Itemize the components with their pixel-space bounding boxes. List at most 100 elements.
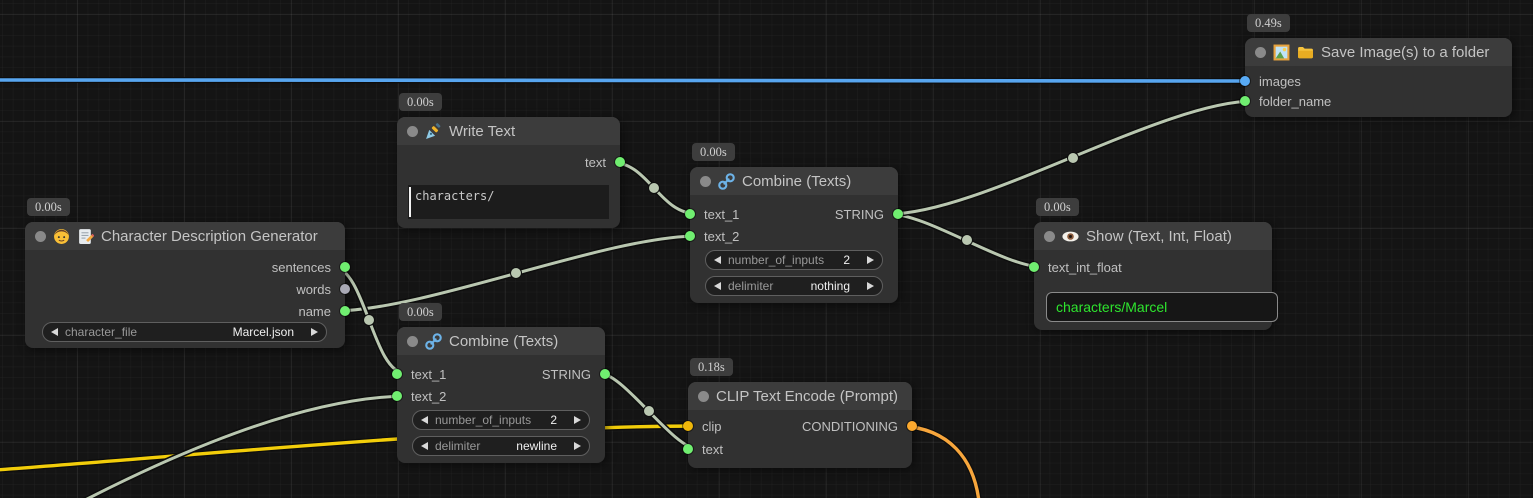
- display-text-box[interactable]: characters/Marcel: [1046, 292, 1278, 322]
- collapse-dot[interactable]: [35, 231, 46, 242]
- next-arrow-icon[interactable]: [311, 328, 318, 336]
- person-icon: [53, 228, 70, 245]
- collapse-dot[interactable]: [1255, 47, 1266, 58]
- slot-label: sentences: [272, 260, 331, 275]
- image-icon: [1273, 44, 1290, 61]
- output-dot[interactable]: [340, 262, 350, 272]
- node-title: Combine (Texts): [742, 173, 851, 190]
- node-save-images-to-folder[interactable]: 0.49s Save Image(s) to a folder images f…: [1245, 38, 1512, 117]
- input-dot[interactable]: [683, 444, 693, 454]
- widget-delimiter[interactable]: delimiter newline: [412, 436, 590, 456]
- output-dot[interactable]: [907, 421, 917, 431]
- widget-label: number_of_inputs: [435, 413, 531, 427]
- slot-label: text_int_float: [1048, 260, 1122, 275]
- text-caret: [409, 187, 411, 217]
- node-combine-texts-top[interactable]: 0.00s Combine (Texts) text_1 text_2 STRI…: [690, 167, 898, 303]
- link-midpoint-dot[interactable]: [962, 235, 973, 246]
- widget-value: 2: [550, 413, 557, 427]
- collapse-dot[interactable]: [407, 336, 418, 347]
- collapse-dot[interactable]: [698, 391, 709, 402]
- input-slot-clip: clip: [688, 416, 722, 436]
- input-dot[interactable]: [685, 231, 695, 241]
- widget-number-of-inputs[interactable]: number_of_inputs 2: [705, 250, 883, 270]
- link-midpoint-dot[interactable]: [511, 268, 522, 279]
- slot-label: text: [702, 442, 723, 457]
- link-midpoint-dot[interactable]: [1068, 153, 1079, 164]
- node-combine-texts-bottom[interactable]: 0.00s Combine (Texts) text_1 text_2 STRI…: [397, 327, 605, 463]
- link-midpoint-dot[interactable]: [649, 183, 660, 194]
- link-midpoint-dot[interactable]: [364, 315, 375, 326]
- input-slot-folder-name: folder_name: [1245, 91, 1331, 111]
- input-dot[interactable]: [392, 369, 402, 379]
- memo-icon: [77, 228, 94, 245]
- output-dot[interactable]: [340, 284, 350, 294]
- widget-value: Marcel.json: [233, 325, 294, 339]
- input-dot[interactable]: [1240, 76, 1250, 86]
- widget-label: character_file: [65, 325, 137, 339]
- node-graph-canvas[interactable]: 0.00s Write Text text characters/ 0.00s: [0, 0, 1533, 498]
- widget-number-of-inputs[interactable]: number_of_inputs 2: [412, 410, 590, 430]
- input-dot[interactable]: [1240, 96, 1250, 106]
- widget-value: nothing: [811, 279, 850, 293]
- node-header[interactable]: Write Text: [397, 117, 620, 145]
- node-header[interactable]: Save Image(s) to a folder: [1245, 38, 1512, 66]
- input-slot-text-1: text_1: [690, 204, 739, 224]
- node-header[interactable]: Character Description Generator: [25, 222, 345, 250]
- prev-arrow-icon[interactable]: [714, 282, 721, 290]
- widget-value: newline: [516, 439, 557, 453]
- widget-label: delimiter: [728, 279, 773, 293]
- widget-label: number_of_inputs: [728, 253, 824, 267]
- text-input[interactable]: characters/: [408, 185, 609, 219]
- node-title: CLIP Text Encode (Prompt): [716, 388, 898, 405]
- node-header[interactable]: Combine (Texts): [690, 167, 898, 195]
- node-header[interactable]: Combine (Texts): [397, 327, 605, 355]
- node-header[interactable]: Show (Text, Int, Float): [1034, 222, 1272, 250]
- collapse-dot[interactable]: [700, 176, 711, 187]
- input-dot[interactable]: [683, 421, 693, 431]
- folder-icon: [1297, 44, 1314, 61]
- node-header[interactable]: CLIP Text Encode (Prompt): [688, 382, 912, 410]
- node-show-text-int-float[interactable]: 0.00s Show (Text, Int, Float) text_int_f…: [1034, 222, 1272, 330]
- link-icon: [425, 333, 442, 350]
- prev-arrow-icon[interactable]: [51, 328, 58, 336]
- widget-character-file[interactable]: character_file Marcel.json: [42, 322, 327, 342]
- eye-icon: [1062, 228, 1079, 245]
- output-slot-text: text: [585, 152, 620, 172]
- output-slot-conditioning: CONDITIONING: [802, 416, 912, 436]
- output-slot-words: words: [296, 279, 345, 299]
- node-clip-text-encode[interactable]: 0.18s CLIP Text Encode (Prompt) clip tex…: [688, 382, 912, 468]
- output-dot[interactable]: [600, 369, 610, 379]
- input-dot[interactable]: [392, 391, 402, 401]
- node-write-text[interactable]: 0.00s Write Text text characters/: [397, 117, 620, 228]
- output-dot[interactable]: [893, 209, 903, 219]
- next-arrow-icon[interactable]: [574, 442, 581, 450]
- increment-arrow-icon[interactable]: [574, 416, 581, 424]
- node-title: Show (Text, Int, Float): [1086, 228, 1232, 245]
- input-dot[interactable]: [1029, 262, 1039, 272]
- prev-arrow-icon[interactable]: [421, 442, 428, 450]
- next-arrow-icon[interactable]: [867, 282, 874, 290]
- increment-arrow-icon[interactable]: [867, 256, 874, 264]
- fountain-pen-icon: [425, 123, 442, 140]
- output-dot[interactable]: [615, 157, 625, 167]
- wire-bottomleft-to-combine2-text2: [62, 396, 405, 498]
- node-title: Save Image(s) to a folder: [1321, 44, 1489, 61]
- slot-label: text: [585, 155, 606, 170]
- collapse-dot[interactable]: [407, 126, 418, 137]
- link-midpoint-dot[interactable]: [644, 406, 655, 417]
- collapse-dot[interactable]: [1044, 231, 1055, 242]
- execution-time-badge: 0.00s: [27, 198, 70, 216]
- widget-delimiter[interactable]: delimiter nothing: [705, 276, 883, 296]
- node-character-description-generator[interactable]: 0.00s Character Description Generator se…: [25, 222, 345, 348]
- input-slot-text-2: text_2: [690, 226, 739, 246]
- execution-time-badge: 0.00s: [1036, 198, 1079, 216]
- decrement-arrow-icon[interactable]: [714, 256, 721, 264]
- slot-label: text_1: [704, 207, 739, 222]
- input-dot[interactable]: [685, 209, 695, 219]
- decrement-arrow-icon[interactable]: [421, 416, 428, 424]
- widget-label: delimiter: [435, 439, 480, 453]
- execution-time-badge: 0.49s: [1247, 14, 1290, 32]
- output-dot[interactable]: [340, 306, 350, 316]
- input-slot-images: images: [1245, 71, 1301, 91]
- execution-time-badge: 0.00s: [399, 303, 442, 321]
